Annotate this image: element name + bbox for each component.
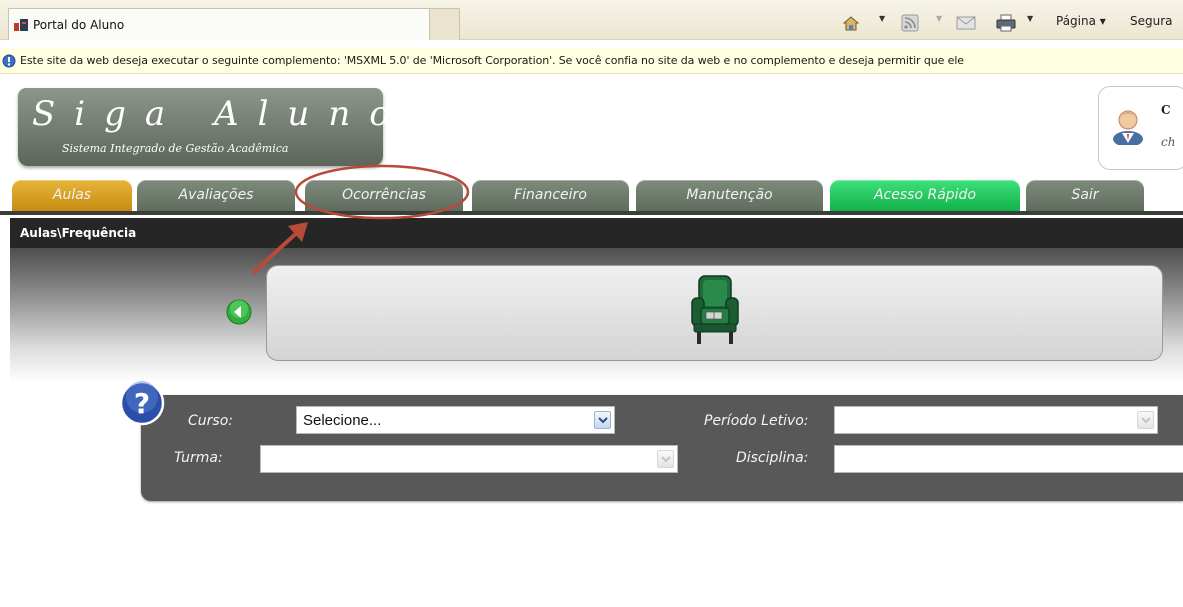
information-bar[interactable]: Este site da web deseja executar o segui… (0, 48, 1183, 74)
turma-select[interactable] (260, 445, 678, 473)
tab-financeiro[interactable]: Financeiro (472, 180, 629, 212)
tab-manutencao[interactable]: Manutenção (636, 180, 823, 212)
curso-select[interactable]: Selecione... (296, 406, 615, 434)
disciplina-label: Disciplina: (736, 450, 809, 466)
breadcrumb-bar: Aulas\Frequência (10, 218, 1183, 248)
tab-aulas[interactable]: Aulas (12, 180, 132, 212)
help-question-icon[interactable]: ? (119, 380, 165, 426)
tab-acesso-rapido[interactable]: Acesso Rápido (830, 180, 1020, 212)
breadcrumb: Aulas\Frequência (20, 226, 137, 240)
tab-sair[interactable]: Sair (1026, 180, 1144, 212)
user-name: C (1161, 103, 1171, 117)
curso-select-value: Selecione... (303, 412, 382, 429)
back-arrow-icon[interactable] (226, 299, 252, 325)
armchair-icon (691, 275, 739, 344)
mail-icon[interactable] (956, 14, 976, 32)
turma-label: Turma: (174, 450, 223, 466)
siga-aluno-logo: Siga Aluno Sistema Integrado de Gestão A… (18, 88, 390, 166)
tab-title: Portal do Aluno (33, 18, 125, 32)
periodo-letivo-select[interactable] (834, 406, 1158, 434)
user-avatar-icon (1113, 110, 1143, 145)
feeds-dropdown-icon[interactable]: ▼ (936, 14, 942, 23)
user-detail: ch (1161, 135, 1176, 149)
disciplina-select[interactable] (834, 445, 1183, 473)
print-dropdown-icon[interactable]: ▼ (1027, 14, 1033, 23)
chevron-down-icon[interactable] (594, 411, 611, 429)
chevron-down-icon[interactable] (657, 450, 674, 468)
curso-label: Curso: (188, 413, 233, 429)
information-bar-text: Este site da web deseja executar o segui… (20, 54, 964, 67)
chevron-down-icon[interactable] (1137, 411, 1154, 429)
portal-favicon (14, 19, 28, 31)
periodo-letivo-label: Período Letivo: (704, 413, 809, 429)
browser-toolbar: Portal do Aluno ▼ ▼ ▼ Página ▾ Segura (0, 0, 1183, 40)
browser-tab[interactable]: Portal do Aluno (8, 8, 430, 40)
new-tab-button[interactable] (430, 8, 460, 40)
tab-ocorrencias[interactable]: Ocorrências (305, 180, 463, 212)
home-dropdown-icon[interactable]: ▼ (879, 14, 885, 23)
feeds-icon[interactable] (901, 14, 919, 32)
nav-divider (0, 211, 1183, 215)
logo-title: Siga Aluno (32, 94, 409, 134)
home-icon[interactable] (842, 14, 860, 32)
tab-avaliacoes[interactable]: Avaliações (137, 180, 295, 212)
print-icon[interactable] (996, 14, 1016, 32)
security-menu[interactable]: Segura (1130, 14, 1173, 32)
page-menu[interactable]: Página ▾ (1056, 14, 1106, 32)
logo-subtitle: Sistema Integrado de Gestão Acadêmica (62, 142, 289, 155)
filter-panel: Curso: Selecione... Período Letivo: Turm… (141, 395, 1183, 501)
svg-text:?: ? (134, 387, 150, 420)
user-info-box: C ch (1098, 86, 1183, 170)
shield-info-icon (2, 54, 16, 68)
